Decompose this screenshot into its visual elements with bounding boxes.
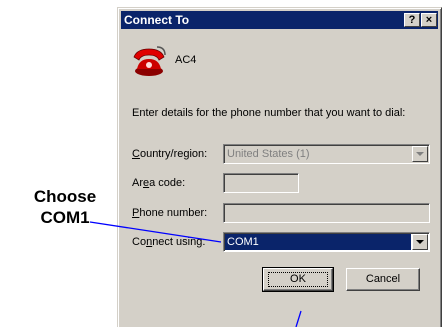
arrow-to-com1 bbox=[89, 221, 222, 243]
annotation-arrows bbox=[89, 221, 302, 327]
arrow-to-ok bbox=[295, 310, 302, 327]
